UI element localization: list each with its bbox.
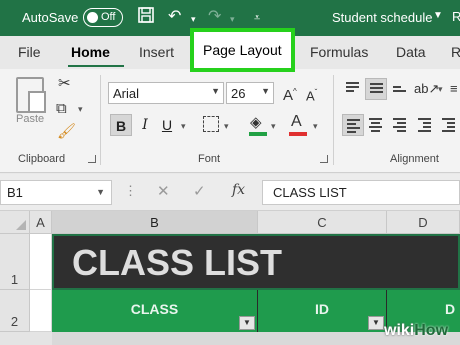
column-header-d[interactable]: D [387, 211, 460, 234]
tab-page-layout[interactable]: Page Layout [190, 28, 295, 72]
insert-function-icon[interactable]: fx [232, 182, 245, 198]
autosave-toggle[interactable]: Off [83, 8, 123, 27]
group-separator [333, 75, 334, 165]
font-color-icon[interactable]: A [291, 113, 302, 131]
font-group-label: Font [198, 153, 221, 165]
row-header-1[interactable]: 1 [0, 234, 30, 290]
align-left-icon[interactable] [342, 114, 364, 136]
enter-icon[interactable]: ✓ [193, 182, 206, 200]
font-color-dropdown-icon[interactable]: ▾ [313, 121, 318, 132]
cell-b1-selected[interactable]: CLASS LIST [52, 234, 460, 290]
bold-button[interactable]: B [110, 114, 132, 136]
decrease-indent-icon[interactable] [414, 114, 436, 136]
name-box[interactable]: B1 ▼ [0, 180, 112, 205]
chevron-down-icon: ▼ [261, 86, 270, 96]
tab-formulas[interactable]: Formulas [310, 44, 368, 60]
paste-label[interactable]: Paste [16, 113, 44, 125]
tab-cut[interactable]: R [451, 44, 460, 60]
chevron-down-icon[interactable]: ▼ [96, 187, 105, 197]
clipboard-group-label: Clipboard [18, 153, 66, 165]
borders-dropdown-icon[interactable]: ▾ [224, 121, 229, 132]
tab-file[interactable]: File [18, 44, 41, 60]
select-all-corner[interactable] [0, 211, 30, 234]
borders-icon[interactable] [203, 116, 219, 132]
font-size-value: 26 [231, 86, 246, 101]
undo-icon[interactable]: ↶ [168, 6, 181, 28]
font-launcher-icon[interactable] [320, 155, 328, 163]
align-center-icon[interactable] [365, 114, 387, 136]
column-header-c[interactable]: C [258, 211, 387, 234]
cell-a2[interactable] [30, 290, 52, 332]
orientation-icon[interactable]: ab↗ [414, 80, 439, 98]
clipboard-launcher-icon[interactable] [88, 155, 96, 163]
autosave-state: Off [101, 11, 116, 23]
ribbon-home: Paste ✂ ⧉ ▾ 🖌 Clipboard Arial ▼ 26 ▼ A^ … [0, 69, 460, 173]
filter-dropdown-icon[interactable]: ▼ [368, 316, 384, 330]
tab-page-layout-label: Page Layout [203, 42, 282, 58]
watermark-how: How [414, 322, 449, 339]
formula-input[interactable]: CLASS LIST [262, 180, 460, 205]
copy-icon[interactable]: ⧉ [56, 100, 67, 118]
filter-dropdown-icon[interactable]: ▼ [239, 316, 255, 330]
title-dropdown-icon[interactable]: ▼ [433, 10, 443, 21]
formula-bar: B1 ▼ ⋮ ✕ ✓ fx CLASS LIST [0, 174, 460, 211]
underline-dropdown-icon[interactable]: ▾ [181, 121, 186, 132]
wrap-text-icon[interactable]: ≡ [450, 80, 458, 98]
paste-icon[interactable] [16, 77, 46, 113]
class-list-title: CLASS LIST [72, 242, 283, 283]
cancel-icon[interactable]: ✕ [157, 182, 170, 200]
increase-font-size-icon[interactable]: A^ [283, 83, 297, 105]
fill-color-bar [249, 132, 267, 136]
cut-icon[interactable]: ✂ [58, 75, 71, 93]
alignment-group-label: Alignment [390, 153, 439, 165]
fill-color-icon[interactable]: ◈ [250, 114, 262, 132]
redo-icon[interactable]: ↷ [208, 6, 221, 28]
orientation-dropdown-icon[interactable]: ▾ [438, 84, 443, 95]
font-size-select[interactable]: 26 ▼ [226, 82, 274, 104]
header-cell-class[interactable]: CLASS ▼ [52, 290, 258, 332]
header-label-id: ID [315, 301, 329, 317]
font-color-bar [289, 132, 307, 136]
tab-insert[interactable]: Insert [139, 44, 174, 60]
align-middle-icon[interactable] [365, 78, 387, 100]
header-cell-id[interactable]: ID ▼ [258, 290, 387, 332]
format-painter-icon[interactable]: 🖌 [57, 123, 76, 141]
tab-home[interactable]: Home [71, 44, 110, 60]
decrease-font-size-icon[interactable]: Aˇ [306, 84, 317, 105]
wikihow-watermark: wikiHow [384, 322, 448, 340]
autosave-label: AutoSave [22, 10, 79, 25]
align-right-icon[interactable] [389, 114, 411, 136]
undo-dropdown-icon[interactable]: ▾ [191, 8, 196, 30]
header-label-d: D [445, 301, 456, 317]
increase-indent-icon[interactable] [438, 114, 460, 136]
customize-toolbar-icon[interactable]: ⩡ [254, 7, 260, 29]
italic-button[interactable]: I [134, 114, 156, 136]
name-box-value: B1 [7, 185, 23, 200]
active-tab-indicator [68, 65, 124, 67]
font-name-select[interactable]: Arial ▼ [108, 82, 224, 104]
copy-dropdown-icon[interactable]: ▾ [78, 104, 83, 115]
underline-button[interactable]: U [156, 114, 178, 136]
document-title[interactable]: Student schedule [332, 10, 432, 25]
redo-dropdown-icon[interactable]: ▾ [230, 8, 235, 30]
align-bottom-icon[interactable] [389, 78, 411, 100]
align-top-icon[interactable] [342, 78, 364, 100]
column-header-a[interactable]: A [30, 211, 52, 234]
tab-data[interactable]: Data [396, 44, 426, 60]
font-name-value: Arial [113, 86, 140, 101]
cell-a1[interactable] [30, 234, 52, 290]
fill-color-dropdown-icon[interactable]: ▾ [271, 121, 276, 132]
title-cut-text: R [452, 9, 460, 24]
row-header-2[interactable]: 2 [0, 290, 30, 332]
save-icon[interactable] [137, 6, 155, 31]
header-label-class: CLASS [130, 301, 179, 317]
column-header-b[interactable]: B [52, 211, 258, 234]
watermark-wiki: wiki [384, 322, 415, 339]
toggle-knob [87, 12, 98, 23]
chevron-down-icon: ▼ [211, 86, 220, 96]
formula-bar-handle-icon[interactable]: ⋮ [124, 183, 137, 199]
group-separator [100, 75, 101, 165]
